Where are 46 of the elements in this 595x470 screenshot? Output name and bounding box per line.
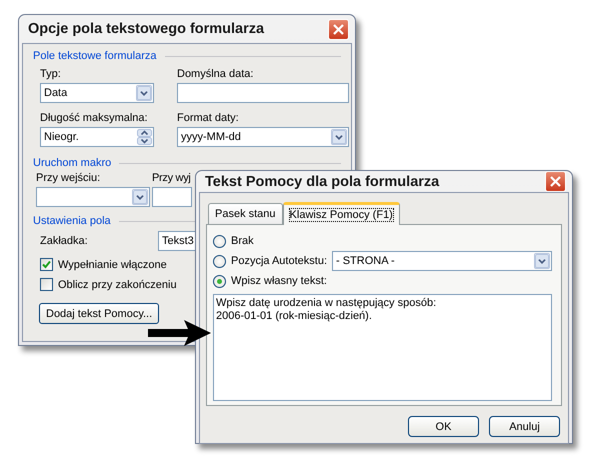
radio-button[interactable] xyxy=(213,274,226,288)
radio-label: Wpisz własny tekst: xyxy=(231,275,327,287)
field-label: Format daty: xyxy=(177,112,240,124)
tab[interactable]: Pasek stanu xyxy=(208,203,283,224)
type-dropdown[interactable]: Data xyxy=(40,83,154,103)
dropdown-arrow-icon xyxy=(136,85,152,101)
on-exit-field[interactable] xyxy=(152,187,192,207)
window-title: Tekst Pomocy dla pola formularza xyxy=(205,174,440,190)
dialog-button[interactable]: Anuluj xyxy=(489,416,560,437)
window-title: Opcje pola tekstowego formularza xyxy=(28,21,264,37)
radio-button[interactable] xyxy=(213,254,226,268)
checkbox-label: Wypełnianie włączone xyxy=(58,258,167,270)
add-help-text-button[interactable]: Dodaj tekst Pomocy... xyxy=(39,303,160,324)
spinner-arrows-icon xyxy=(137,129,152,145)
close-button[interactable] xyxy=(328,18,349,40)
field-label: Zakładka: xyxy=(40,235,88,247)
field-label: Domyślna data: xyxy=(177,68,254,80)
checkbox[interactable] xyxy=(40,258,53,271)
section-heading: Ustawienia pola xyxy=(33,215,111,227)
dialog-button[interactable]: OK xyxy=(408,416,479,437)
radio-button[interactable] xyxy=(213,234,226,248)
tab[interactable]: Klawisz Pomocy (F1) xyxy=(282,202,400,225)
checkbox-label: Oblicz przy zakończeniu xyxy=(58,278,177,290)
checkbox[interactable] xyxy=(40,278,53,291)
close-icon xyxy=(333,24,344,34)
default-date-field[interactable] xyxy=(177,83,349,103)
help-text-field[interactable]: Wpisz datę urodzenia w następujący sposób: 2006-01-01 (rok-miesiąc-dzień). xyxy=(213,294,552,401)
autotext-dropdown[interactable]: - STRONA - xyxy=(332,251,552,271)
dropdown-arrow-icon xyxy=(132,189,148,205)
close-icon xyxy=(550,176,561,187)
dropdown-arrow-icon xyxy=(331,129,347,145)
pointer-arrow-drawing xyxy=(148,318,212,348)
date-format-dropdown[interactable]: yyyy-MM-dd xyxy=(177,127,349,147)
checkmark-icon xyxy=(42,260,51,269)
dropdown-arrow-icon xyxy=(534,253,550,269)
field-label: Przy wejściu: xyxy=(36,172,102,184)
field-label: Typ: xyxy=(40,68,62,80)
radio-label: Pozycja Autotekstu: xyxy=(231,255,327,267)
length-spinner[interactable]: Nieogr. xyxy=(40,127,154,147)
field-label: Przy wyj xyxy=(152,172,192,184)
field-label: Długość maksymalna: xyxy=(40,112,149,124)
section-heading: Pole tekstowe formularza xyxy=(33,50,156,62)
section-heading: Uruchom makro xyxy=(33,157,112,169)
on-entry-dropdown[interactable] xyxy=(36,187,150,207)
close-button[interactable] xyxy=(545,171,566,192)
radio-label: Brak xyxy=(231,235,254,247)
